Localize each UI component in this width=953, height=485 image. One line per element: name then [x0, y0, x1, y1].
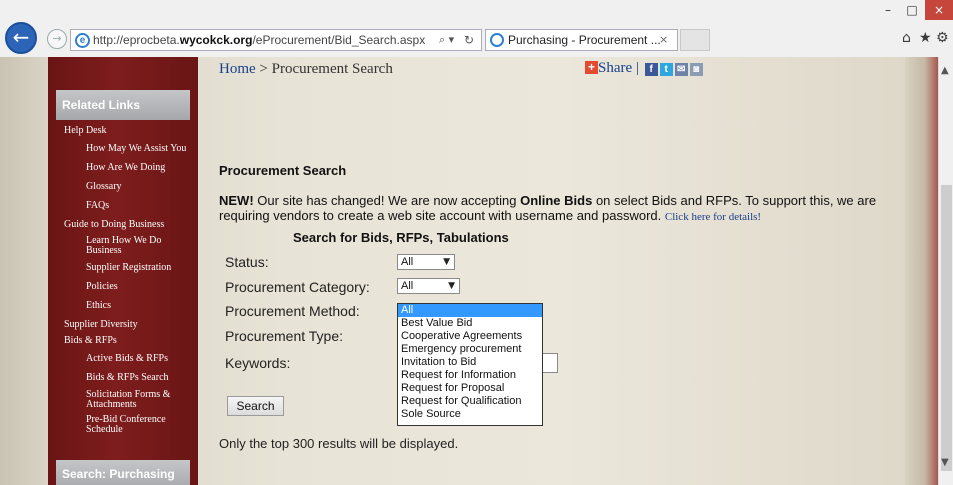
chevron-down-icon: ▼ [443, 257, 450, 267]
back-button[interactable]: ← [5, 22, 37, 54]
method-label: Procurement Method: [225, 303, 360, 319]
notice-text-1: Our site has changed! We are now accepti… [253, 193, 521, 208]
notice-new-label: NEW! [219, 193, 254, 208]
scroll-up-icon[interactable]: ▲ [941, 65, 949, 76]
new-tab-button[interactable] [680, 29, 710, 51]
page-title: Procurement Search [219, 163, 347, 178]
results-limit-note: Only the top 300 results will be display… [219, 436, 459, 451]
keywords-input[interactable] [542, 353, 558, 373]
close-window-button[interactable]: × [925, 0, 953, 20]
url-domain: wycokck.org [179, 33, 253, 47]
minimize-button[interactable]: – [875, 0, 901, 20]
method-option[interactable]: Invitation to Bid [398, 356, 542, 369]
refresh-icon[interactable]: ↻ [464, 30, 474, 50]
twitter-icon[interactable]: t [659, 63, 673, 76]
breadcrumb: Home > Procurement Search [219, 61, 393, 78]
sidebar-link-faqs[interactable]: FAQs [86, 201, 109, 211]
share-plus-icon[interactable]: + [585, 61, 598, 74]
status-label: Status: [225, 254, 269, 270]
title-bar [0, 0, 953, 25]
site-notice: NEW! Our site has changed! We are now ac… [219, 193, 899, 225]
method-option[interactable]: Emergency procurement [398, 343, 542, 356]
print-icon[interactable]: ◙ [689, 63, 703, 76]
share-bar: + Share | f t ✉ ◙ [585, 60, 703, 77]
notice-online-bids: Online Bids [520, 193, 593, 208]
search-button[interactable]: Search [227, 396, 284, 416]
facebook-icon[interactable]: f [644, 63, 658, 76]
method-option[interactable]: Cooperative Agreements [398, 330, 542, 343]
related-links-header: Related Links [56, 90, 190, 120]
sidebar-link-learn-2[interactable]: Business [86, 246, 122, 256]
vertical-scrollbar[interactable]: ▲ ▼ [938, 57, 953, 485]
url-prefix: http://eprocbeta. [93, 33, 180, 47]
sidebar-link-active-bids[interactable]: Active Bids & RFPs [86, 354, 168, 364]
search-dropdown-icon[interactable]: ⌕ ▾ [439, 30, 454, 50]
sidebar-link-bids-search[interactable]: Bids & RFPs Search [86, 373, 169, 383]
share-link[interactable]: Share [598, 60, 632, 76]
url-path: /eProcurement/Bid_Search.aspx [252, 33, 426, 47]
status-select-value: All [401, 256, 414, 268]
method-option[interactable]: Best Value Bid [398, 317, 542, 330]
maximize-button[interactable]: □ [899, 0, 925, 20]
browser-chrome: – □ × ← → e http://eprocbeta.wycokck.org… [0, 0, 953, 57]
method-option[interactable]: All [398, 304, 542, 317]
ie-page-icon: e [75, 33, 90, 48]
back-arrow-icon: ← [12, 25, 30, 49]
sidebar-link-pre-bid-2[interactable]: Schedule [86, 425, 123, 435]
method-option[interactable]: Request for Information [398, 369, 542, 382]
breadcrumb-separator: > [255, 61, 272, 77]
breadcrumb-current: Procurement Search [271, 61, 393, 77]
share-separator: | [632, 60, 643, 76]
search-purchasing-header: Search: Purchasing [56, 460, 190, 485]
sidebar-link-assist[interactable]: How May We Assist You [86, 144, 186, 154]
sidebar-link-ethics[interactable]: Ethics [86, 301, 111, 311]
method-dropdown-list[interactable]: All Best Value Bid Cooperative Agreement… [397, 303, 543, 426]
left-sidebar: Related Links Help Desk How May We Assis… [48, 57, 198, 485]
forward-arrow-icon: → [52, 32, 62, 45]
tab-purchasing[interactable]: Purchasing - Procurement ... × [485, 29, 678, 51]
chevron-down-icon: ▼ [448, 281, 455, 291]
status-select[interactable]: All ▼ [397, 254, 455, 270]
method-option[interactable]: Request for Qualification [398, 395, 542, 408]
category-label: Procurement Category: [225, 279, 370, 295]
method-option[interactable]: Request for Proposal [398, 382, 542, 395]
breadcrumb-home-link[interactable]: Home [219, 61, 256, 77]
sidebar-link-supplier-registration[interactable]: Supplier Registration [86, 263, 171, 273]
sidebar-link-bids-rfps[interactable]: Bids & RFPs [64, 336, 117, 346]
home-icon[interactable]: ⌂ [902, 30, 911, 46]
page-background-edge [905, 57, 938, 485]
sidebar-link-glossary[interactable]: Glossary [86, 182, 122, 192]
sidebar-link-supplier-diversity[interactable]: Supplier Diversity [64, 320, 138, 330]
sidebar-link-help-desk[interactable]: Help Desk [64, 126, 107, 136]
tab-title: Purchasing - Procurement ... [508, 33, 661, 47]
method-option[interactable]: Sole Source [398, 408, 542, 421]
sidebar-link-policies[interactable]: Policies [86, 282, 118, 292]
type-label: Procurement Type: [225, 328, 344, 344]
scrollbar-thumb[interactable] [941, 185, 952, 471]
settings-gear-icon[interactable]: ⚙ [936, 30, 949, 46]
search-subtitle: Search for Bids, RFPs, Tabulations [293, 230, 509, 245]
keywords-label: Keywords: [225, 355, 291, 371]
favorites-star-icon[interactable]: ★ [919, 30, 932, 46]
page-viewport: Related Links Help Desk How May We Assis… [0, 57, 938, 485]
forward-button[interactable]: → [47, 29, 67, 49]
scroll-down-icon[interactable]: ▼ [941, 457, 949, 468]
address-url: http://eprocbeta.wycokck.org/eProcuremen… [93, 30, 425, 50]
email-icon[interactable]: ✉ [674, 63, 688, 76]
sidebar-link-how-are-we-doing[interactable]: How Are We Doing [86, 163, 165, 173]
sidebar-link-guide[interactable]: Guide to Doing Business [64, 220, 164, 230]
tab-close-icon[interactable]: × [659, 30, 668, 50]
category-select[interactable]: All ▼ [397, 278, 460, 294]
sidebar-link-solicitation-2[interactable]: Attachments [86, 400, 137, 410]
tab-favicon-icon [490, 33, 504, 47]
category-select-value: All [401, 280, 414, 292]
notice-details-link[interactable]: Click here for details! [665, 211, 761, 223]
address-bar[interactable]: e http://eprocbeta.wycokck.org/eProcurem… [70, 29, 482, 51]
